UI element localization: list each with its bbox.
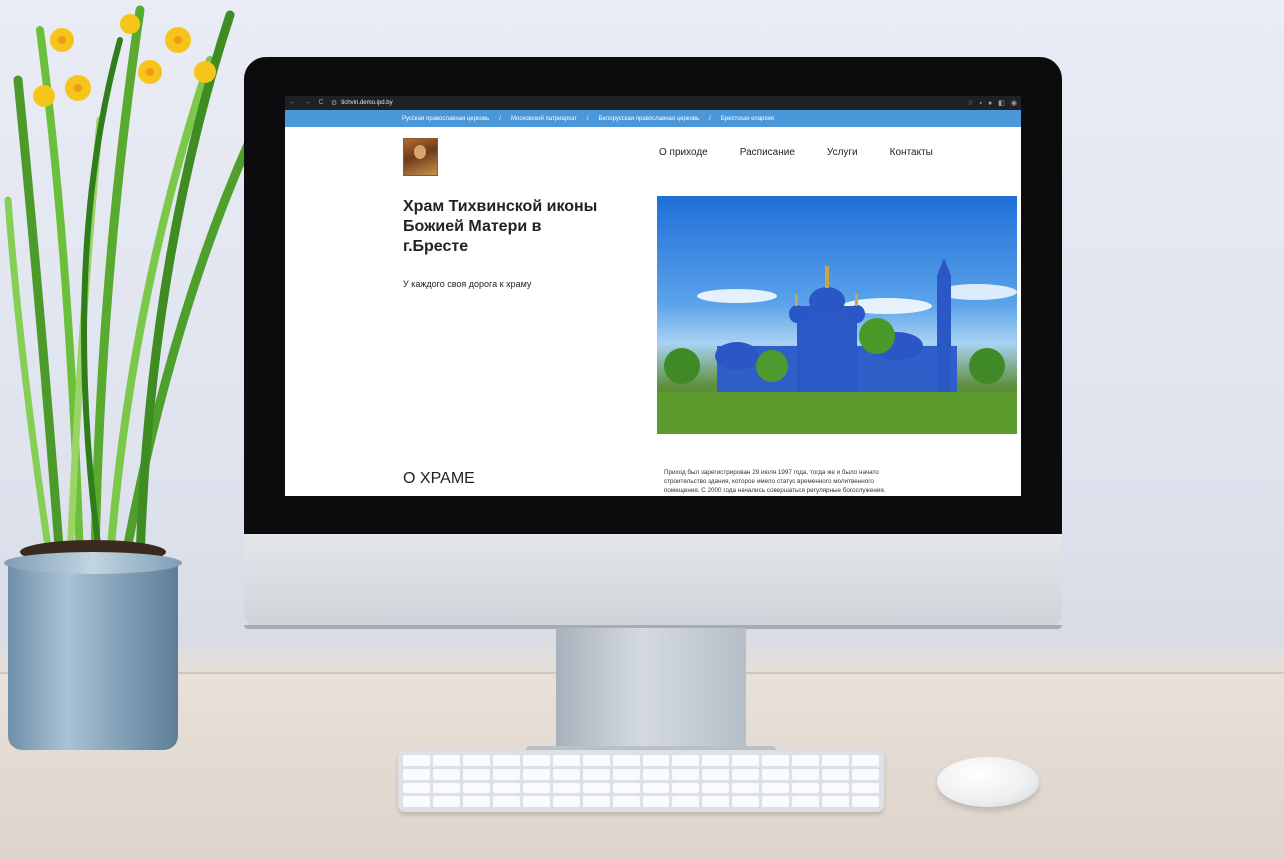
breadcrumb-separator: / [709,115,711,122]
extension-icon[interactable]: ◧ [998,99,1005,107]
about-heading: О ХРАМЕ [403,470,475,487]
forward-icon[interactable]: → [303,96,311,110]
main-menu: О приходе Расписание Услуги Контакты [659,147,933,158]
keyboard [398,750,884,812]
address-bar[interactable]: ⚙ tichvin.demo.ipd.by [331,99,961,107]
menu-item-contacts[interactable]: Контакты [890,147,933,158]
extension-icon[interactable]: ● [988,100,992,107]
mouse [937,757,1039,807]
menu-item-services[interactable]: Услуги [827,147,858,158]
church-photo [657,196,1017,434]
menu-item-schedule[interactable]: Расписание [740,147,795,158]
about-text: Приход был зарегистрирован 29 июля 1997 … [664,469,886,494]
pot-rim [4,552,182,574]
extension-icon[interactable]: ▪ [980,100,982,107]
breadcrumb-item[interactable]: Московский патриархат [511,116,577,122]
site-info-icon[interactable]: ⚙ [331,99,337,107]
monitor-screen: ← → C ⚙ tichvin.demo.ipd.by ☆ ▪ ● ◧ ◉ Ру… [285,96,1021,496]
page-title: Храм Тихвинской иконы Божией Матери в г.… [403,198,598,255]
bookmark-star-icon[interactable]: ☆ [967,99,973,107]
breadcrumb-separator: / [586,115,589,122]
monitor-stand [556,628,746,754]
breadcrumb: Русская православная церковь / Московски… [285,110,1021,127]
menu-item-about[interactable]: О приходе [659,147,708,158]
profile-icon[interactable]: ◉ [1011,99,1017,107]
metal-pot [8,560,178,750]
daffodil-plant [4,5,255,565]
breadcrumb-item[interactable]: Белорусская православная церковь [599,116,700,122]
url-text: tichvin.demo.ipd.by [341,100,393,106]
back-icon[interactable]: ← [289,96,297,110]
icon-logo[interactable] [403,138,438,176]
monitor-chin [244,534,1062,628]
page-subtitle: У каждого своя дорога к храму [403,279,532,289]
browser-toolbar: ← → C ⚙ tichvin.demo.ipd.by ☆ ▪ ● ◧ ◉ [285,96,1021,110]
reload-icon[interactable]: C [317,96,325,110]
breadcrumb-separator: / [499,115,501,122]
breadcrumb-item[interactable]: Русская православная церковь [402,116,489,122]
site-header: О приходе Расписание Услуги Контакты [285,127,1021,187]
breadcrumb-item[interactable]: Брестская епархия [721,116,774,122]
